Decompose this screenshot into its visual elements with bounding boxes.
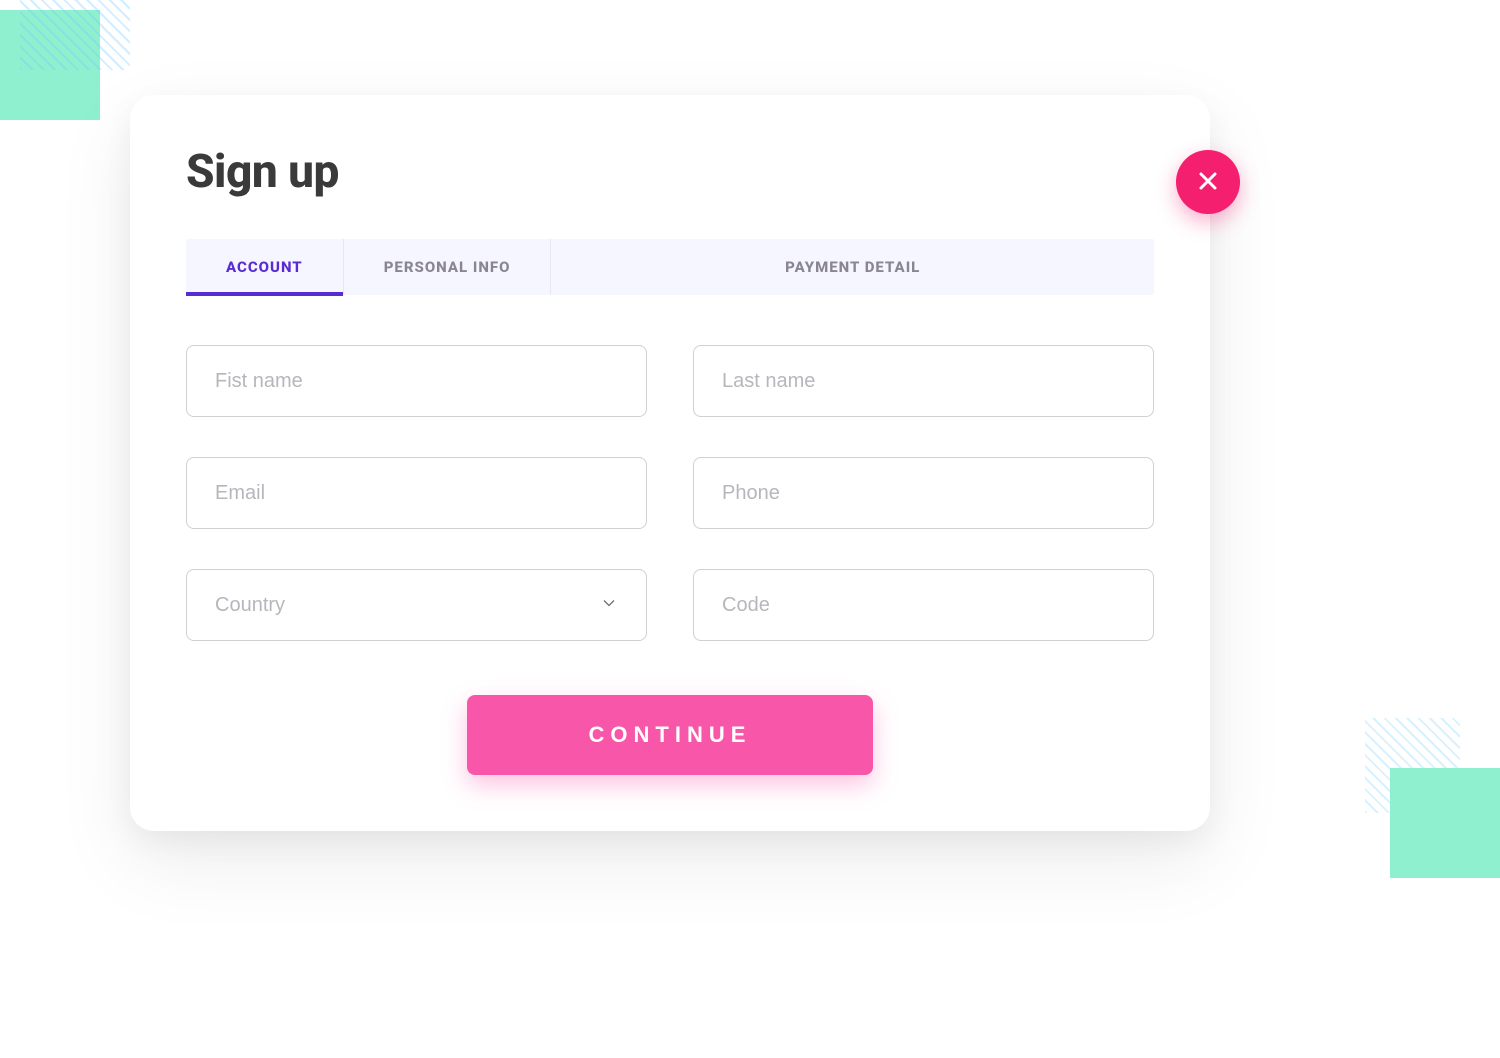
- tabs: ACCOUNT PERSONAL INFO PAYMENT DETAIL: [186, 239, 1154, 295]
- last-name-field[interactable]: [693, 345, 1154, 417]
- tab-payment-detail[interactable]: PAYMENT DETAIL: [551, 239, 1154, 295]
- tab-label: PAYMENT DETAIL: [785, 258, 920, 276]
- email-field[interactable]: [186, 457, 647, 529]
- country-select-wrap: [186, 569, 647, 641]
- close-button[interactable]: [1176, 150, 1240, 214]
- close-icon: [1196, 169, 1220, 196]
- continue-button[interactable]: CONTINUE: [467, 695, 873, 775]
- first-name-field[interactable]: [186, 345, 647, 417]
- tab-label: ACCOUNT: [226, 258, 303, 276]
- signup-modal: Sign up ACCOUNT PERSONAL INFO PAYMENT DE…: [130, 95, 1210, 831]
- tab-label: PERSONAL INFO: [384, 258, 511, 276]
- form-grid: [186, 345, 1154, 641]
- tab-account[interactable]: ACCOUNT: [186, 239, 344, 295]
- decoration-top-left: [0, 0, 120, 130]
- continue-wrap: CONTINUE: [186, 695, 1154, 775]
- tab-personal-info[interactable]: PERSONAL INFO: [344, 239, 552, 295]
- country-select[interactable]: [186, 569, 647, 641]
- code-field[interactable]: [693, 569, 1154, 641]
- decoration-bottom-right: [1360, 718, 1500, 878]
- page-title: Sign up: [186, 145, 1154, 199]
- phone-field[interactable]: [693, 457, 1154, 529]
